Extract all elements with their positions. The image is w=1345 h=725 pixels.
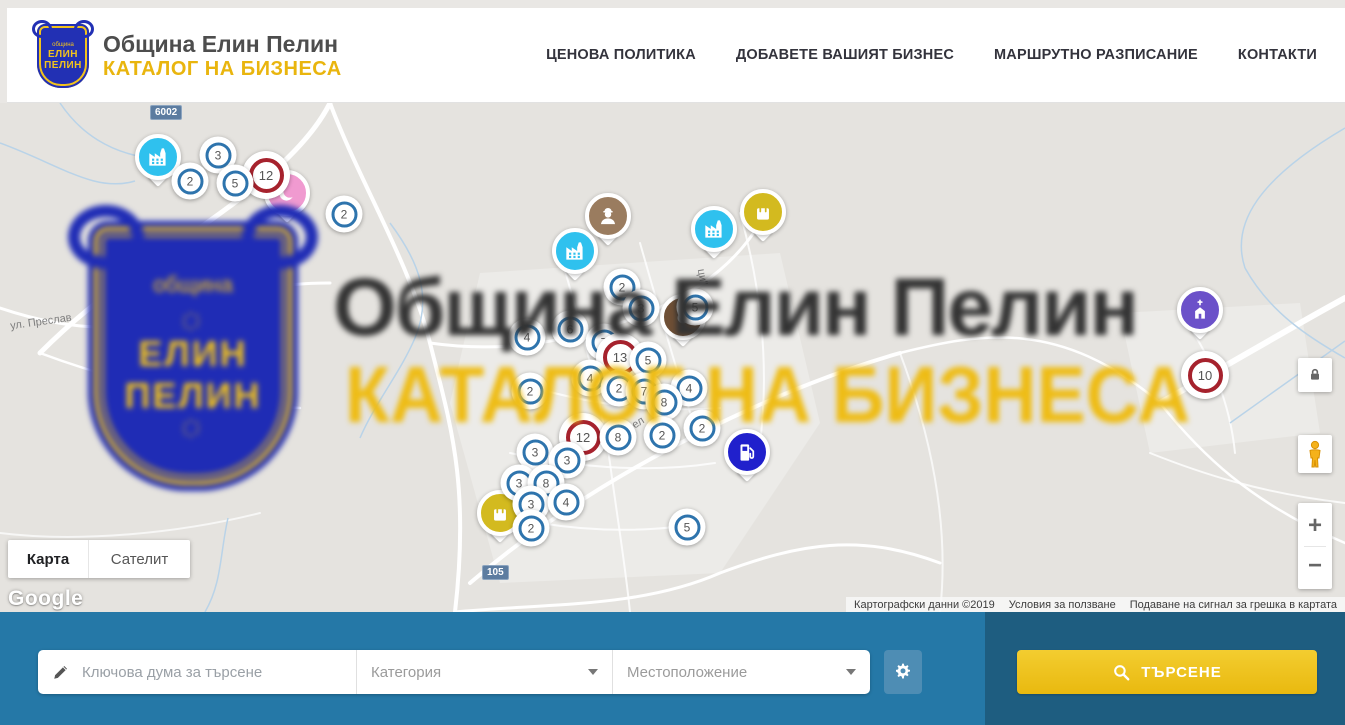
bag-marker-pin[interactable] bbox=[740, 189, 786, 235]
main-nav: ЦЕНОВА ПОЛИТИКА ДОБАВЕТЕ ВАШИЯТ БИЗНЕС М… bbox=[546, 8, 1317, 102]
location-select-label: Местоположение bbox=[627, 664, 838, 681]
cluster-count: 3 bbox=[564, 453, 571, 467]
cluster-count: 2 bbox=[616, 381, 623, 395]
cluster-count: 3 bbox=[638, 301, 645, 315]
cluster-count: 5 bbox=[692, 300, 699, 314]
cluster-count: 2 bbox=[527, 384, 534, 398]
search-icon bbox=[1112, 663, 1131, 682]
lock-icon bbox=[1307, 367, 1323, 383]
markers-layer: 123252235647135422748221283338342510 bbox=[0, 103, 1345, 612]
cluster-marker[interactable]: 5 bbox=[669, 509, 706, 546]
cluster-count: 4 bbox=[563, 495, 570, 509]
factory-icon bbox=[552, 228, 598, 274]
cluster-count: 3 bbox=[215, 148, 222, 162]
factory-marker-pin[interactable] bbox=[691, 206, 737, 252]
header: община ЕЛИН ПЕЛИН Община Елин Пелин КАТА… bbox=[7, 8, 1345, 103]
cluster-count: 5 bbox=[645, 353, 652, 367]
map-data-copyright: Картографски данни ©2019 bbox=[854, 599, 995, 611]
cluster-marker[interactable]: 2 bbox=[684, 410, 721, 447]
cluster-count: 5 bbox=[684, 520, 691, 534]
cluster-count: 4 bbox=[587, 371, 594, 385]
fuel-marker-pin[interactable] bbox=[724, 429, 770, 475]
site-logo[interactable]: община ЕЛИН ПЕЛИН Община Елин Пелин КАТА… bbox=[37, 24, 342, 88]
nav-add-business[interactable]: ДОБАВЕТЕ ВАШИЯТ БИЗНЕС bbox=[736, 47, 954, 63]
bag-icon bbox=[740, 189, 786, 235]
cluster-marker[interactable]: 2 bbox=[513, 510, 550, 547]
municipality-crest-icon: община ЕЛИН ПЕЛИН bbox=[37, 24, 89, 88]
cluster-count: 8 bbox=[543, 476, 550, 490]
cluster-marker[interactable]: 5 bbox=[217, 165, 254, 202]
cluster-count: 2 bbox=[528, 521, 535, 535]
lock-icon-button[interactable] bbox=[1298, 358, 1332, 392]
category-select-label: Категория bbox=[371, 664, 580, 681]
zoom-out-button[interactable]: − bbox=[1308, 547, 1322, 585]
fuel-icon bbox=[724, 429, 770, 475]
cluster-marker[interactable]: 3 bbox=[623, 290, 660, 327]
cluster-marker[interactable]: 2 bbox=[512, 373, 549, 410]
search-bar: Категория Местоположение ТЪРСЕНЕ bbox=[0, 612, 1345, 725]
search-button-label: ТЪРСЕНЕ bbox=[1141, 664, 1222, 681]
crest-text-small: община bbox=[52, 42, 74, 49]
location-select[interactable]: Местоположение bbox=[613, 650, 870, 694]
cluster-marker[interactable]: 2 bbox=[326, 196, 363, 233]
cluster-count: 8 bbox=[661, 395, 668, 409]
map-type-map-button[interactable]: Карта bbox=[8, 540, 88, 578]
factory-icon bbox=[691, 206, 737, 252]
cluster-count: 12 bbox=[259, 168, 273, 183]
nav-contacts[interactable]: КОНТАКТИ bbox=[1238, 47, 1317, 63]
cluster-marker[interactable]: 8 bbox=[600, 419, 637, 456]
gear-icon bbox=[893, 662, 913, 682]
advanced-search-settings-button[interactable] bbox=[884, 650, 922, 694]
cluster-count: 2 bbox=[699, 421, 706, 435]
church-icon bbox=[1177, 287, 1223, 333]
cluster-marker[interactable]: 2 bbox=[172, 163, 209, 200]
cluster-marker[interactable]: 4 bbox=[509, 319, 546, 356]
map-type-control: Карта Сателит bbox=[8, 540, 190, 578]
zoom-in-button[interactable]: + bbox=[1308, 507, 1322, 545]
site-title: Община Елин Пелин bbox=[103, 31, 342, 57]
pegman-icon bbox=[1305, 440, 1325, 468]
map-type-satellite-button[interactable]: Сателит bbox=[88, 540, 190, 578]
cluster-count: 2 bbox=[659, 428, 666, 442]
chevron-down-icon bbox=[846, 669, 856, 675]
cluster-marker[interactable]: 8 bbox=[646, 384, 683, 421]
church-marker-pin[interactable] bbox=[1177, 287, 1223, 333]
cluster-count: 12 bbox=[576, 430, 590, 445]
cluster-marker[interactable]: 6 bbox=[552, 311, 589, 348]
cluster-count: 6 bbox=[567, 322, 574, 336]
cluster-count: 5 bbox=[232, 176, 239, 190]
cluster-count: 8 bbox=[615, 430, 622, 444]
category-select[interactable]: Категория bbox=[357, 650, 613, 694]
google-map[interactable]: 123252235647135422748221283338342510 общ… bbox=[0, 103, 1345, 612]
pencil-icon bbox=[52, 663, 70, 681]
cluster-count: 2 bbox=[187, 174, 194, 188]
cluster-count: 4 bbox=[686, 381, 693, 395]
map-attribution: Картографски данни ©2019 Условия за полз… bbox=[846, 597, 1345, 612]
search-button[interactable]: ТЪРСЕНЕ bbox=[1017, 650, 1317, 694]
report-map-error-link[interactable]: Подаване на сигнал за грешка в картата bbox=[1130, 599, 1337, 611]
cluster-marker[interactable]: 4 bbox=[548, 484, 585, 521]
google-logo[interactable]: Google bbox=[8, 587, 83, 611]
cluster-count: 2 bbox=[619, 280, 626, 294]
cluster-count: 2 bbox=[341, 207, 348, 221]
nav-pricing-policy[interactable]: ЦЕНОВА ПОЛИТИКА bbox=[546, 47, 696, 63]
cluster-count: 3 bbox=[532, 445, 539, 459]
zoom-control: + − bbox=[1298, 503, 1332, 589]
nav-route-schedule[interactable]: МАРШРУТНО РАЗПИСАНИЕ bbox=[994, 47, 1198, 63]
cluster-count: 13 bbox=[613, 350, 627, 365]
search-input-group: Категория Местоположение bbox=[38, 650, 870, 694]
chevron-down-icon bbox=[588, 669, 598, 675]
pegman-street-view-button[interactable] bbox=[1298, 435, 1332, 473]
cluster-count: 4 bbox=[524, 330, 531, 344]
keyword-search-input[interactable] bbox=[82, 664, 344, 681]
keyword-section bbox=[38, 650, 357, 694]
cluster-count: 10 bbox=[1198, 368, 1212, 383]
cluster-marker[interactable]: 10 bbox=[1181, 351, 1229, 399]
terms-of-use-link[interactable]: Условия за ползване bbox=[1009, 599, 1116, 611]
cluster-marker[interactable]: 5 bbox=[677, 289, 714, 326]
factory-marker-pin[interactable] bbox=[552, 228, 598, 274]
cluster-marker[interactable]: 2 bbox=[644, 417, 681, 454]
site-subtitle: КАТАЛОГ НА БИЗНЕСА bbox=[103, 57, 342, 81]
